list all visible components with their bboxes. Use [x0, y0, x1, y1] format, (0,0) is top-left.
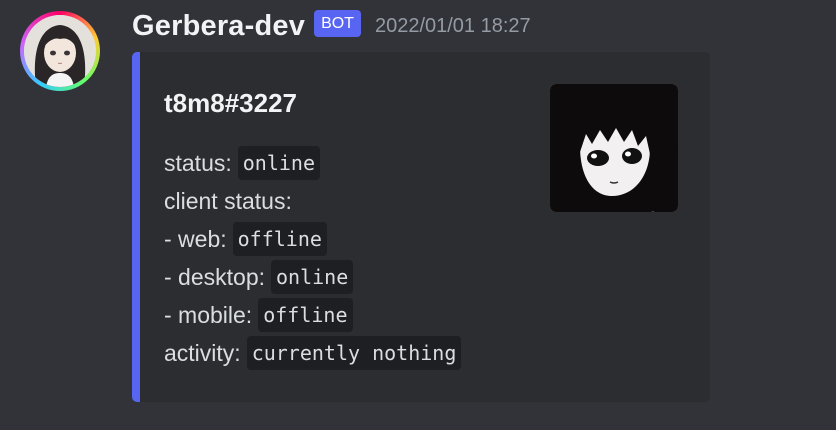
- field-value: currently nothing: [246, 336, 462, 370]
- username[interactable]: Gerbera-dev: [132, 10, 305, 43]
- anime-girl-avatar-icon: [24, 15, 96, 87]
- bot-badge: BOT: [314, 9, 361, 37]
- embed-card: t8m8#3227 status: online client status: …: [132, 52, 710, 402]
- chat-message: Gerbera-dev BOT 2022/01/01 18:27 t8m8#32…: [0, 0, 836, 430]
- message-header: Gerbera-dev BOT 2022/01/01 18:27: [132, 8, 531, 44]
- field-label: activity:: [164, 339, 241, 366]
- field-label: client status:: [164, 187, 292, 214]
- embed-fields: status: online client status: - web: off…: [164, 144, 462, 372]
- field-label: - mobile:: [164, 301, 253, 328]
- field-value: offline: [232, 222, 327, 256]
- desktop-status-line: - desktop: online: [164, 258, 461, 296]
- embed-title: t8m8#3227: [164, 88, 297, 118]
- field-label: status:: [164, 149, 232, 176]
- field-label: - desktop:: [164, 263, 265, 290]
- anime-girl-thumbnail-icon[interactable]: [550, 84, 678, 212]
- mobile-status-line: - mobile: offline: [164, 296, 461, 334]
- status-line: status: online: [164, 144, 461, 182]
- field-value: offline: [258, 298, 353, 332]
- activity-line: activity: currently nothing: [164, 334, 462, 372]
- field-label: - web:: [164, 225, 227, 252]
- field-value: online: [271, 260, 354, 294]
- avatar[interactable]: [20, 11, 100, 91]
- timestamp[interactable]: 2022/01/01 18:27: [375, 15, 531, 38]
- web-status-line: - web: offline: [164, 220, 461, 258]
- embed-accent-bar: [132, 52, 140, 402]
- client-status-line: client status:: [164, 182, 461, 220]
- field-value: online: [237, 146, 321, 180]
